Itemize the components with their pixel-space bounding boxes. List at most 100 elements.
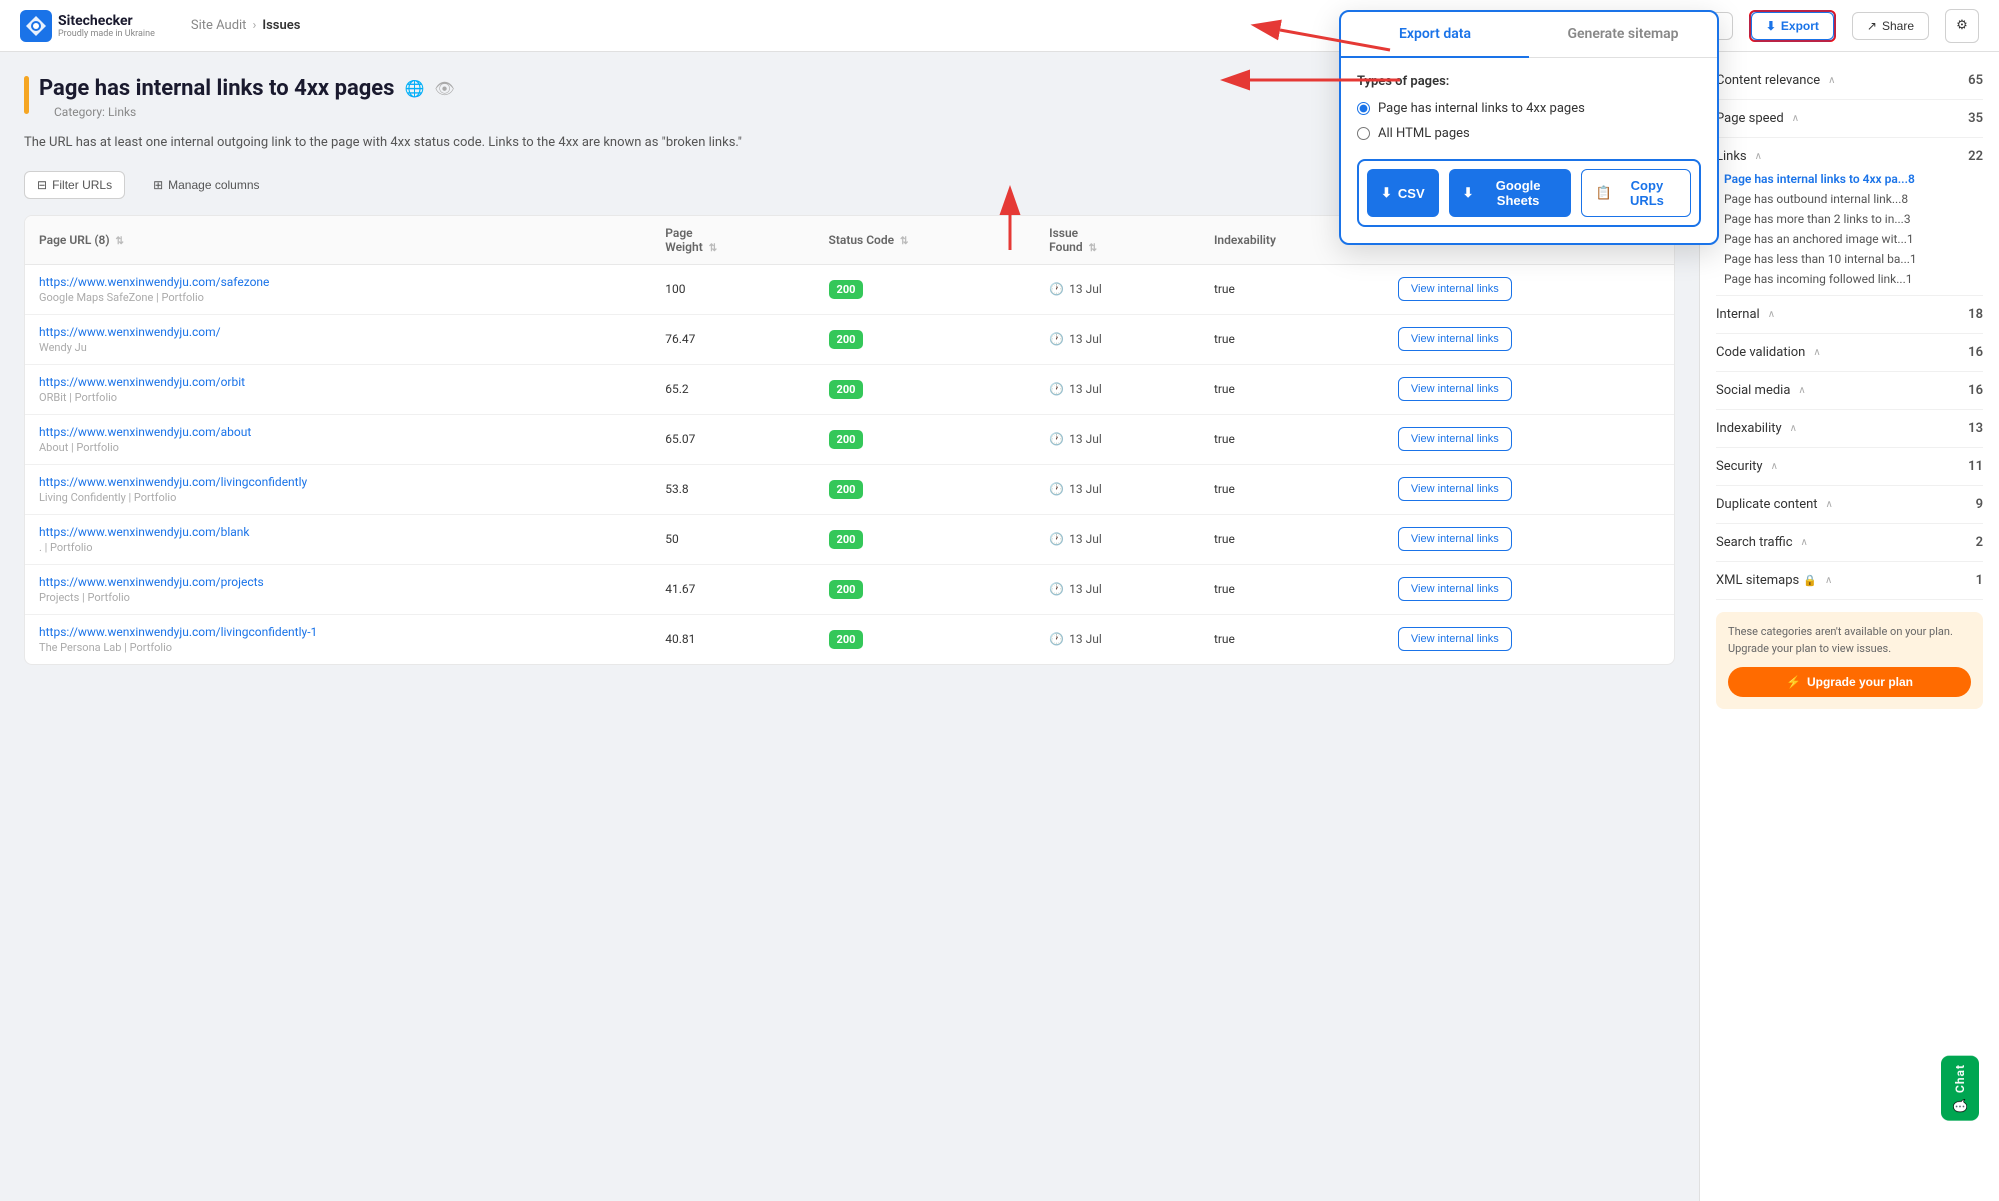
sidebar-divider-10 [1716, 599, 1983, 600]
sidebar-item-7[interactable]: Security ∧ 11 [1716, 454, 1983, 479]
manage-columns-button[interactable]: ⊞ Manage columns [141, 172, 271, 198]
url-link-4[interactable]: https://www.wenxinwendyju.com/livingconf… [39, 475, 307, 489]
upgrade-text: These categories aren't available on you… [1728, 624, 1971, 657]
table-row: https://www.wenxinwendyju.com/about Abou… [25, 414, 1674, 464]
sidebar-item-count-7: 11 [1968, 459, 1983, 474]
sidebar-item-6[interactable]: Indexability ∧ 13 [1716, 416, 1983, 441]
export-body: Types of pages: Page has internal links … [1341, 58, 1717, 243]
sort-icon-url[interactable]: ⇅ [116, 236, 124, 247]
view-internal-links-button-0[interactable]: View internal links [1398, 277, 1512, 301]
sidebar-item-5[interactable]: Social media ∧ 16 [1716, 378, 1983, 403]
chat-button[interactable]: 💬 Chat [1941, 1056, 1979, 1121]
view-internal-links-button-2[interactable]: View internal links [1398, 377, 1512, 401]
csv-button[interactable]: ⬇ CSV [1367, 169, 1439, 217]
view-internal-links-button-4[interactable]: View internal links [1398, 477, 1512, 501]
sidebar-item-4[interactable]: Code validation ∧ 16 [1716, 340, 1983, 365]
sidebar-subitem-label-2-3: Page has an anchored image wit...1 [1724, 232, 1914, 246]
date-text-1: 13 Jul [1069, 332, 1102, 346]
chevron-icon-5: ∧ [1798, 385, 1805, 396]
sidebar-item-0[interactable]: Content relevance ∧ 65 [1716, 68, 1983, 93]
cell-weight-6: 41.67 [651, 564, 814, 614]
tab-export-data[interactable]: Export data [1341, 12, 1529, 58]
sidebar-item-label-3: Internal [1716, 307, 1760, 322]
radio-option1[interactable] [1357, 102, 1370, 115]
sidebar-divider-5 [1716, 409, 1983, 410]
sidebar-subitem-2-0[interactable]: Page has internal links to 4xx pa...8 [1716, 169, 1983, 189]
cell-status-3: 200 [815, 414, 1036, 464]
cell-url-6: https://www.wenxinwendyju.com/projects P… [25, 564, 651, 614]
view-internal-links-button-7[interactable]: View internal links [1398, 627, 1512, 651]
filter-urls-button[interactable]: ⊟ Filter URLs [24, 171, 125, 199]
view-internal-links-button-3[interactable]: View internal links [1398, 427, 1512, 451]
sort-icon-status[interactable]: ⇅ [900, 236, 908, 247]
url-link-3[interactable]: https://www.wenxinwendyju.com/about [39, 425, 251, 439]
upgrade-button[interactable]: ⚡ Upgrade your plan [1728, 667, 1971, 697]
clock-icon-7: 🕐 [1049, 632, 1064, 646]
sidebar-item-count-5: 16 [1968, 383, 1983, 398]
sitechecker-logo-icon [20, 10, 52, 42]
url-subtitle-4: Living Confidently | Portfolio [39, 491, 637, 504]
radio-option2[interactable] [1357, 127, 1370, 140]
share-button[interactable]: ↗ Share [1852, 12, 1929, 40]
sidebar-item-9[interactable]: Search traffic ∧ 2 [1716, 530, 1983, 555]
radio-option2-label[interactable]: All HTML pages [1357, 126, 1701, 141]
logo-sub: Proudly made in Ukraine [58, 29, 155, 39]
url-link-7[interactable]: https://www.wenxinwendyju.com/livingconf… [39, 625, 317, 639]
clock-icon-2: 🕐 [1049, 382, 1064, 396]
page-description: The URL has at least one internal outgoi… [24, 133, 804, 153]
upgrade-label: Upgrade your plan [1807, 675, 1913, 689]
sidebar-item-label-7: Security [1716, 459, 1763, 474]
date-text-7: 13 Jul [1069, 632, 1102, 646]
sidebar-item-8[interactable]: Duplicate content ∧ 9 [1716, 492, 1983, 517]
cell-status-4: 200 [815, 464, 1036, 514]
cell-action-4: View internal links [1384, 464, 1674, 514]
cell-status-0: 200 [815, 264, 1036, 314]
share-icon: ↗ [1867, 19, 1877, 33]
sort-icon-weight[interactable]: ⇅ [709, 243, 717, 254]
chevron-icon-1: ∧ [1792, 113, 1799, 124]
url-link-1[interactable]: https://www.wenxinwendyju.com/ [39, 325, 221, 339]
info-icon[interactable]: 🌐 [404, 79, 424, 98]
export-button[interactable]: ⬇ Export [1751, 12, 1834, 40]
sidebar-section-6: Indexability ∧ 13 [1716, 416, 1983, 448]
sidebar-item-label-4: Code validation [1716, 345, 1805, 360]
view-internal-links-button-6[interactable]: View internal links [1398, 577, 1512, 601]
cell-indexability-5: true [1200, 514, 1384, 564]
sidebar-sections: Content relevance ∧ 65 Page speed ∧ 35 L… [1716, 68, 1983, 600]
sidebar-subitem-2-2[interactable]: Page has more than 2 links to in...3 [1716, 209, 1983, 229]
url-link-0[interactable]: https://www.wenxinwendyju.com/safezone [39, 275, 269, 289]
sidebar-item-2[interactable]: Links ∧ 22 [1716, 144, 1983, 169]
eye-icon[interactable]: 👁 [434, 79, 454, 98]
url-link-6[interactable]: https://www.wenxinwendyju.com/projects [39, 575, 264, 589]
radio-option1-text: Page has internal links to 4xx pages [1378, 101, 1585, 116]
settings-button[interactable]: ⚙ [1945, 9, 1979, 43]
sidebar-subitem-2-3[interactable]: Page has an anchored image wit...1 [1716, 229, 1983, 249]
view-internal-links-button-1[interactable]: View internal links [1398, 327, 1512, 351]
export-icon: ⬇ [1766, 19, 1776, 33]
sidebar-item-3[interactable]: Internal ∧ 18 [1716, 302, 1983, 327]
copy-urls-button[interactable]: 📋 Copy URLs [1581, 169, 1691, 217]
sidebar-item-10[interactable]: XML sitemaps 🔒 ∧ 1 [1716, 568, 1983, 593]
url-link-5[interactable]: https://www.wenxinwendyju.com/blank [39, 525, 249, 539]
url-subtitle-0: Google Maps SafeZone | Portfolio [39, 291, 637, 304]
sidebar-item-label-group-8: Duplicate content ∧ [1716, 497, 1833, 512]
view-internal-links-button-5[interactable]: View internal links [1398, 527, 1512, 551]
sidebar-subitem-2-1[interactable]: Page has outbound internal link...8 [1716, 189, 1983, 209]
cell-date-5: 🕐 13 Jul [1035, 514, 1200, 564]
tab-generate-sitemap[interactable]: Generate sitemap [1529, 12, 1717, 57]
data-table: Page URL (8) ⇅ PageWeight ⇅ Status Code … [24, 215, 1675, 665]
breadcrumb-parent[interactable]: Site Audit [191, 18, 247, 33]
sidebar-subitem-2-5[interactable]: Page has incoming followed link...1 [1716, 269, 1983, 289]
google-sheets-button[interactable]: ⬇ Google Sheets [1449, 169, 1571, 217]
sidebar-section-9: Search traffic ∧ 2 [1716, 530, 1983, 562]
sidebar-subitem-2-4[interactable]: Page has less than 10 internal ba...1 [1716, 249, 1983, 269]
url-link-2[interactable]: https://www.wenxinwendyju.com/orbit [39, 375, 245, 389]
sidebar-subitem-label-2-4: Page has less than 10 internal ba...1 [1724, 252, 1917, 266]
sort-icon-issue[interactable]: ⇅ [1089, 243, 1097, 254]
sidebar-item-1[interactable]: Page speed ∧ 35 [1716, 106, 1983, 131]
chevron-icon-7: ∧ [1771, 461, 1778, 472]
filter-urls-label: Filter URLs [52, 178, 112, 192]
radio-option1-label[interactable]: Page has internal links to 4xx pages [1357, 101, 1701, 116]
copy-label: Copy URLs [1618, 178, 1676, 208]
clock-icon-1: 🕐 [1049, 332, 1064, 346]
